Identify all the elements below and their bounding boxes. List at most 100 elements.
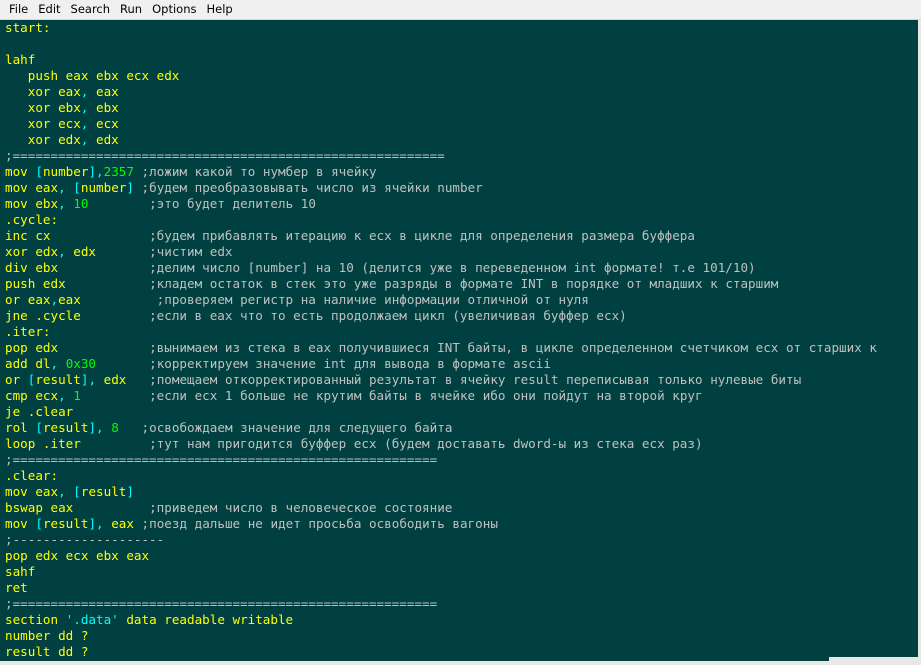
code-token: edx: [65, 244, 97, 259]
code-token: mov: [5, 164, 36, 179]
code-comment: ;освобождаем значение для следущего байт…: [118, 420, 453, 435]
code-token: 10: [73, 196, 89, 211]
code-token: eax: [88, 84, 119, 99]
menu-search[interactable]: Search: [66, 0, 116, 19]
code-token: 2357: [103, 164, 134, 179]
code-comment: ;делим число [number] на 10 (делится уже…: [58, 260, 756, 275]
code-token: xor edx: [5, 244, 59, 259]
code-line: loop .iter ;тут нам пригодится буффер ec…: [5, 436, 877, 452]
code-token: ,: [96, 516, 104, 531]
code-token: number: [42, 164, 89, 179]
code-token: '.data': [65, 612, 119, 627]
code-line: .iter:: [5, 324, 877, 340]
code-line: mov ebx, 10 ;это будет делитель 10: [5, 196, 877, 212]
code-comment: ;кладем остаток в стек это уже разряды в…: [65, 276, 779, 291]
code-token: [: [35, 420, 43, 435]
code-token: xor edx: [5, 132, 81, 147]
code-token: data readable writable: [118, 612, 294, 627]
code-comment: ;тут нам пригодится буффер ecx (будем до…: [80, 436, 703, 451]
code-line: mov eax, [number] ;будем преобразовывать…: [5, 180, 877, 196]
code-token: ret: [5, 580, 28, 595]
code-line: pop edx ecx ebx eax: [5, 548, 877, 564]
code-token: ebx: [88, 100, 119, 115]
code-token: [: [73, 484, 81, 499]
code-token: ,: [58, 244, 66, 259]
code-token: number: [80, 180, 127, 195]
menu-file[interactable]: File: [0, 0, 33, 19]
code-token: ,: [58, 484, 66, 499]
code-token: ,: [96, 164, 104, 179]
code-line: rol [result], 8 ;освобождаем значение дл…: [5, 420, 877, 436]
code-line: jne .cycle ;если в eax что то есть продо…: [5, 308, 877, 324]
code-editor[interactable]: start: lahf push eax ebx ecx edx xor eax,…: [0, 20, 918, 665]
code-comment: ;это будет делитель 10: [88, 196, 316, 211]
code-token: result: [42, 516, 89, 531]
code-line: push eax ebx ecx edx: [5, 68, 877, 84]
code-line: bswap eax ;приведем число в человеческое…: [5, 500, 877, 516]
code-token: xor ebx: [5, 100, 81, 115]
code-token: xor ecx: [5, 116, 81, 131]
code-token: eax: [58, 292, 81, 307]
code-line: ;=======================================…: [5, 148, 877, 164]
code-token: ,: [50, 356, 59, 371]
code-line: result dd ?: [5, 644, 877, 660]
code-token: ,: [50, 292, 59, 307]
code-line: xor ecx, ecx: [5, 116, 877, 132]
horizontal-scrollbar[interactable]: [0, 661, 921, 665]
code-token: mov: [5, 516, 36, 531]
code-line: xor edx, edx ;чистим edx: [5, 244, 877, 260]
menu-edit[interactable]: Edit: [33, 0, 65, 19]
code-token: edx: [96, 372, 127, 387]
code-token: 1: [73, 388, 81, 403]
code-comment: ;ложим какой то нумбер в ячейку: [133, 164, 377, 179]
menu-run[interactable]: Run: [115, 0, 147, 19]
code-token: 0x30: [65, 356, 97, 371]
code-token: result: [80, 484, 127, 499]
code-comment: ;если ecx 1 больше не крутим байты в яче…: [80, 388, 703, 403]
code-token: div ebx: [5, 260, 59, 275]
code-line: add dl, 0x30 ;корректируем значение int …: [5, 356, 877, 372]
code-token: add dl: [5, 356, 51, 371]
code-line: cmp ecx, 1 ;если ecx 1 больше не крутим …: [5, 388, 877, 404]
code-comment: ;если в eax что то есть продолжаем цикл …: [80, 308, 627, 323]
code-line: section '.data' data readable writable: [5, 612, 877, 628]
code-token: [: [35, 516, 43, 531]
code-comment: ;корректируем значение int для вывода в …: [96, 356, 551, 371]
code-comment: ;проверяем регистр на наличие информации…: [80, 292, 589, 307]
code-token: je .clear: [5, 404, 74, 419]
code-line: lahf: [5, 52, 877, 68]
code-token: .iter:: [5, 324, 51, 339]
code-token: pop edx ecx ebx eax: [5, 548, 150, 563]
code-token: .cycle:: [5, 212, 59, 227]
code-line: ;=======================================…: [5, 452, 877, 468]
code-token: number dd ?: [5, 628, 89, 643]
code-comment: ;=======================================…: [5, 148, 445, 163]
code-line: ;=======================================…: [5, 596, 877, 612]
code-token: loop .iter: [5, 436, 81, 451]
code-line: number dd ?: [5, 628, 877, 644]
code-token: ]: [88, 164, 97, 179]
code-token: rol: [5, 420, 36, 435]
scrollbar-corner: [829, 657, 921, 665]
code-token: lahf: [5, 52, 36, 67]
menu-options[interactable]: Options: [147, 0, 201, 19]
code-token: section: [5, 612, 66, 627]
code-comment: ;приведем число в человеческое состояние: [73, 500, 453, 515]
code-line: mov [number],2357 ;ложим какой то нумбер…: [5, 164, 877, 180]
code-comment: ;=======================================…: [5, 452, 438, 467]
code-token: push edx: [5, 276, 66, 291]
code-lines: start: lahf push eax ebx ecx edx xor eax,…: [5, 20, 877, 660]
code-token: ]: [88, 420, 97, 435]
code-token: ,: [58, 388, 66, 403]
code-token: mov eax: [5, 180, 59, 195]
code-line: push edx ;кладем остаток в стек это уже …: [5, 276, 877, 292]
code-line: div ebx ;делим число [number] на 10 (дел…: [5, 260, 877, 276]
code-line: sahf: [5, 564, 877, 580]
code-comment: ;вынимаем из стека в eax получившиеся IN…: [58, 340, 877, 355]
code-line: ret: [5, 580, 877, 596]
menu-help[interactable]: Help: [201, 0, 237, 19]
code-line: ;--------------------: [5, 532, 877, 548]
code-token: result dd ?: [5, 644, 89, 659]
code-line: xor ebx, ebx: [5, 100, 877, 116]
